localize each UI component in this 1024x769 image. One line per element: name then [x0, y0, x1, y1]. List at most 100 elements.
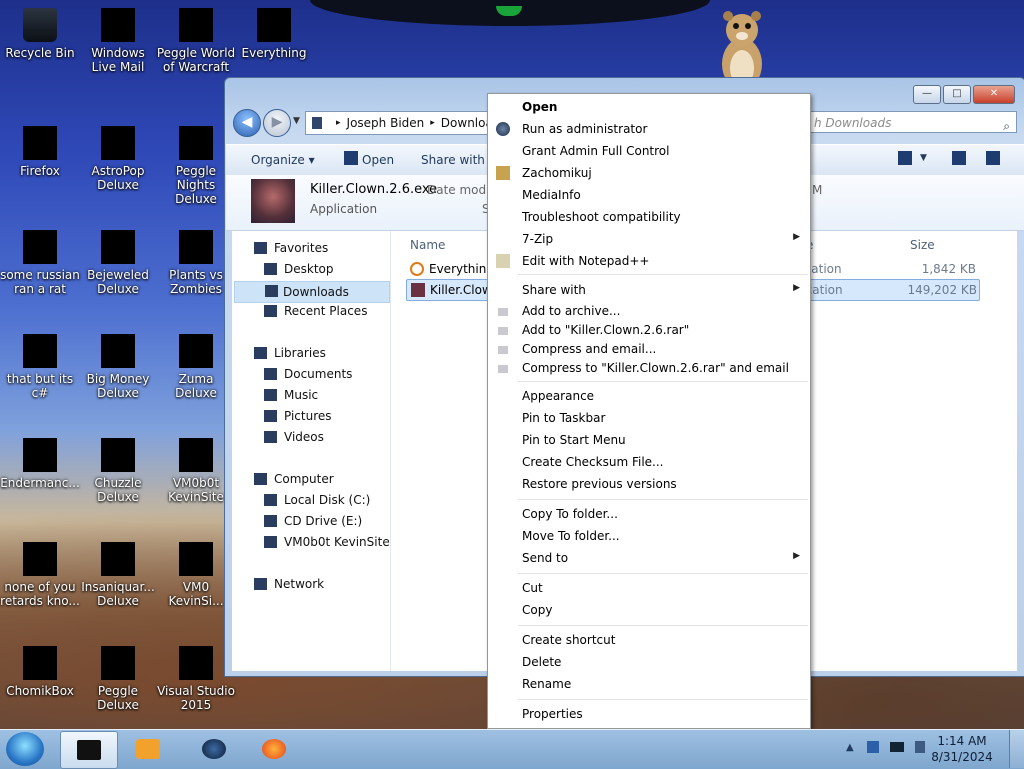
menu-item-properties[interactable]: Properties: [488, 704, 810, 724]
menu-item-notepadpp[interactable]: Edit with Notepad++: [488, 251, 810, 271]
share-with-button[interactable]: Share with ▾: [421, 153, 495, 167]
menu-item-checksum[interactable]: Create Checksum File...: [488, 452, 810, 472]
menu-item-cut[interactable]: Cut: [488, 578, 810, 598]
nav-cd-drive[interactable]: CD Drive (E:): [264, 514, 362, 528]
recent-pages-dropdown[interactable]: ▼: [293, 116, 300, 126]
menu-label: Add to archive...: [522, 304, 621, 318]
nav-favorites[interactable]: Favorites: [254, 241, 328, 255]
desktop-icon-endermanc[interactable]: Endermanc...: [0, 438, 80, 490]
desktop-icon-firefox[interactable]: Firefox: [0, 126, 80, 178]
navigation-pane: Favorites Desktop Downloads Recent Place…: [232, 231, 391, 671]
computer-icon: [254, 473, 267, 485]
nav-libraries[interactable]: Libraries: [254, 346, 326, 360]
desktop-icon-recycle-bin[interactable]: Recycle Bin: [0, 8, 80, 60]
clock[interactable]: 1:14 AM 8/31/2024: [922, 733, 1002, 765]
column-header-size[interactable]: Size: [910, 238, 935, 252]
menu-item-move-to-folder[interactable]: Move To folder...: [488, 526, 810, 546]
desktop-icon-chomikbox[interactable]: ChomikBox: [0, 646, 80, 698]
peggle-icon: [101, 646, 135, 680]
organize-button[interactable]: Organize ▾: [251, 153, 315, 167]
nav-documents[interactable]: Documents: [264, 367, 352, 381]
nav-music[interactable]: Music: [264, 388, 318, 402]
menu-item-troubleshoot[interactable]: Troubleshoot compatibility: [488, 207, 810, 227]
menu-item-mediainfo[interactable]: MediaInfo: [488, 185, 810, 205]
preview-pane-icon[interactable]: [952, 151, 966, 165]
menu-item-compress-rar-email[interactable]: Compress to "Killer.Clown.2.6.rar" and e…: [488, 358, 810, 378]
search-input[interactable]: h Downloads ⌕: [805, 111, 1017, 133]
desktop-icon-russian-rat[interactable]: some russian ran a rat: [0, 230, 80, 296]
desktop-icon-label: Windows Live Mail: [91, 46, 145, 74]
nav-computer[interactable]: Computer: [254, 472, 334, 486]
menu-item-pin-taskbar[interactable]: Pin to Taskbar: [488, 408, 810, 428]
menu-item-appearance[interactable]: Appearance: [488, 386, 810, 406]
desktop-icon-astropop[interactable]: AstroPop Deluxe: [78, 126, 158, 192]
desktop-icon-windows-live-mail[interactable]: Windows Live Mail: [78, 8, 158, 74]
menu-item-compress-email[interactable]: Compress and email...: [488, 339, 810, 359]
tray-app-icon[interactable]: [866, 741, 879, 753]
menu-item-open[interactable]: Open: [488, 97, 810, 117]
menu-item-pin-start[interactable]: Pin to Start Menu: [488, 430, 810, 450]
desktop-icon-that-but-csharp[interactable]: that but its c#: [0, 334, 80, 400]
menu-item-zachomikuj[interactable]: Zachomikuj: [488, 163, 810, 183]
breadcrumb-user[interactable]: Joseph Biden: [347, 116, 425, 130]
taskbar-firefox-button[interactable]: [246, 731, 302, 767]
taskbar: ▲ 1:14 AM 8/31/2024: [0, 729, 1024, 769]
nav-vm-kevinsite[interactable]: VM0b0t KevinSite: [264, 535, 390, 549]
menu-separator: [518, 625, 808, 626]
wallpaper-ornament: [310, 0, 710, 26]
menu-item-restore-versions[interactable]: Restore previous versions: [488, 474, 810, 494]
menu-item-copy-to-folder[interactable]: Copy To folder...: [488, 504, 810, 524]
menu-item-copy[interactable]: Copy: [488, 600, 810, 620]
menu-item-grant-admin[interactable]: Grant Admin Full Control: [488, 141, 810, 161]
view-dropdown-icon[interactable]: ▼: [920, 153, 927, 163]
taskbar-explorer-button[interactable]: [60, 731, 118, 769]
nav-videos[interactable]: Videos: [264, 430, 324, 444]
open-button[interactable]: Open: [362, 153, 394, 167]
help-icon[interactable]: [986, 151, 1000, 165]
menu-item-share-with[interactable]: Share with ▶: [488, 280, 810, 300]
maximize-button[interactable]: □: [943, 85, 971, 104]
close-button[interactable]: ✕: [973, 85, 1015, 104]
desktop-icon-peggle-wow[interactable]: Peggle World of Warcraft: [156, 8, 236, 74]
show-hidden-icons-icon[interactable]: ▲: [846, 742, 854, 753]
menu-separator: [518, 573, 808, 574]
menu-item-add-to-archive[interactable]: Add to archive...: [488, 301, 810, 321]
search-icon[interactable]: ⌕: [1003, 115, 1010, 137]
view-options-icon[interactable]: [898, 151, 912, 165]
nav-network[interactable]: Network: [254, 577, 324, 591]
nav-recent-places[interactable]: Recent Places: [264, 304, 367, 318]
menu-item-7zip[interactable]: 7-Zip ▶: [488, 229, 810, 249]
desktop-icon-insaniquarium[interactable]: Insaniquar... Deluxe: [78, 542, 158, 608]
show-desktop-button[interactable]: [1009, 730, 1024, 768]
desktop-icon-none-of-you[interactable]: none of you retards kno...: [0, 542, 80, 608]
back-button[interactable]: ◀: [233, 109, 261, 137]
menu-item-rename[interactable]: Rename: [488, 674, 810, 694]
app-icon: [23, 334, 57, 368]
menu-item-create-shortcut[interactable]: Create shortcut: [488, 630, 810, 650]
column-header-name[interactable]: Name: [410, 238, 445, 252]
taskbar-media-player-button[interactable]: [120, 731, 176, 767]
nav-pictures[interactable]: Pictures: [264, 409, 332, 423]
start-button[interactable]: [6, 732, 44, 766]
app-icon: [23, 230, 57, 264]
shield-icon: [496, 122, 510, 136]
menu-item-run-as-admin[interactable]: Run as administrator: [488, 119, 810, 139]
archive-icon: [498, 327, 508, 335]
menu-label: Rename: [522, 677, 572, 691]
minimize-button[interactable]: —: [913, 85, 941, 104]
nav-local-disk[interactable]: Local Disk (C:): [264, 493, 370, 507]
network-icon[interactable]: [890, 742, 905, 752]
nav-desktop[interactable]: Desktop: [264, 262, 334, 276]
forward-button[interactable]: ▶: [263, 109, 291, 137]
menu-item-send-to[interactable]: Send to ▶: [488, 548, 810, 568]
desktop-icon-peggle-deluxe[interactable]: Peggle Deluxe: [78, 646, 158, 712]
desktop-icon-bejeweled[interactable]: Bejeweled Deluxe: [78, 230, 158, 296]
chomik-icon: [496, 166, 510, 180]
desktop-icon-everything[interactable]: Everything: [234, 8, 314, 60]
taskbar-app-button[interactable]: [186, 731, 242, 767]
menu-item-delete[interactable]: Delete: [488, 652, 810, 672]
menu-item-add-to-rar[interactable]: Add to "Killer.Clown.2.6.rar": [488, 320, 810, 340]
desktop-icon-chuzzle[interactable]: Chuzzle Deluxe: [78, 438, 158, 504]
desktop-icon-big-money[interactable]: Big Money Deluxe: [78, 334, 158, 400]
nav-downloads[interactable]: Downloads: [234, 281, 390, 303]
